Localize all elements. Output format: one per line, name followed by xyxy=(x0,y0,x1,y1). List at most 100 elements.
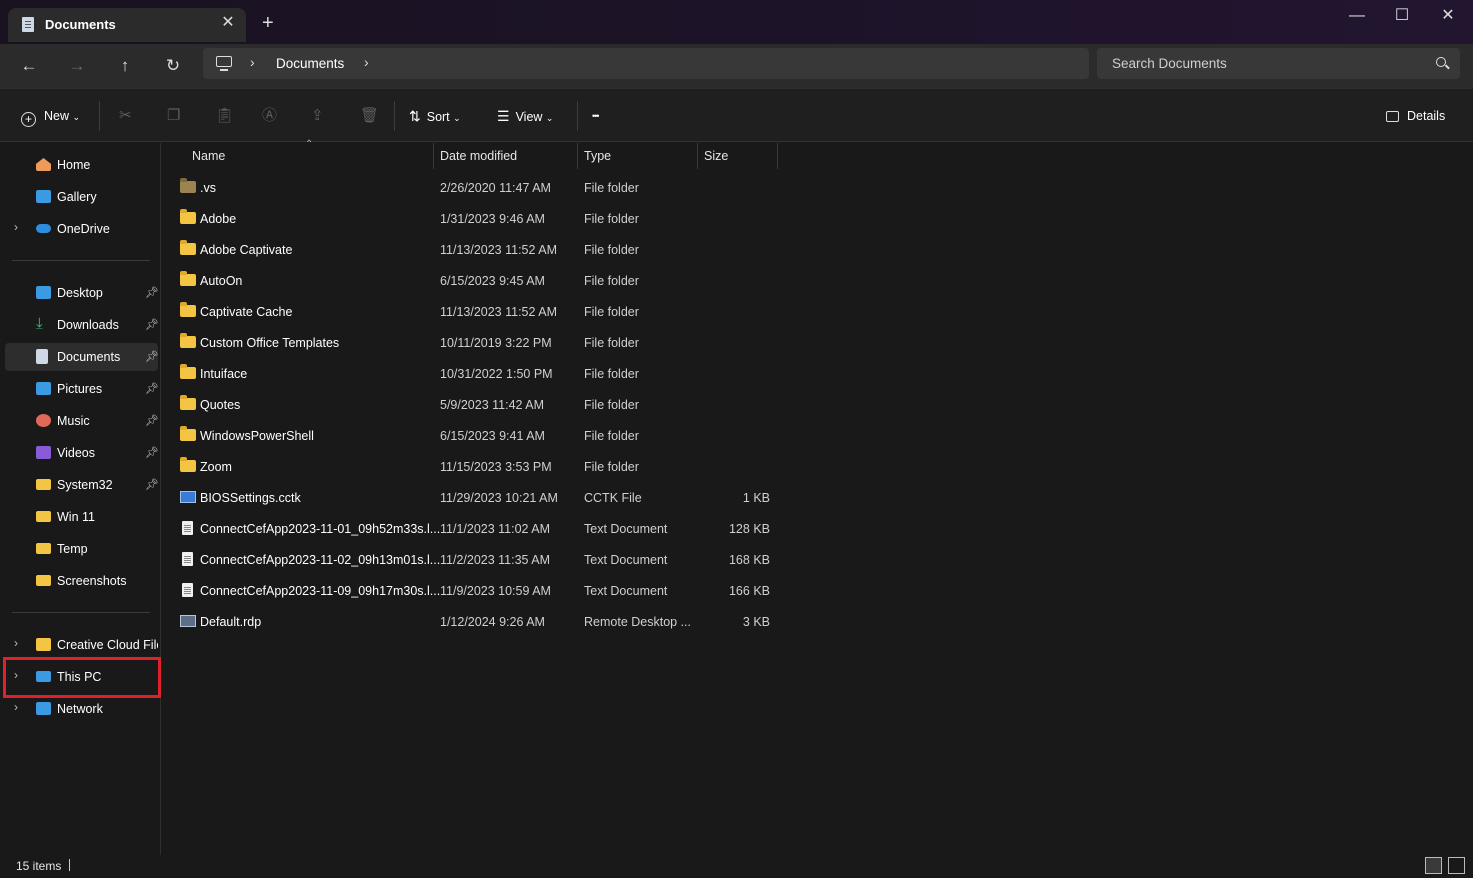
view-icon: ☰ xyxy=(497,108,510,124)
sidebar-item-music[interactable]: Music 📌︎ xyxy=(5,407,159,435)
file-name: ConnectCefApp2023-11-02_09h13m01s.l... xyxy=(200,553,441,567)
rename-icon[interactable]: Ⓐ xyxy=(262,106,277,126)
maximize-button[interactable]: ☐ xyxy=(1387,6,1417,26)
sidebar-item-network[interactable]: › Network xyxy=(5,695,158,723)
table-row[interactable]: Zoom 11/15/2023 3:53 PM File folder xyxy=(161,452,781,483)
text-document-icon xyxy=(182,552,193,566)
breadcrumb-documents[interactable]: Documents xyxy=(276,56,344,71)
minimize-button[interactable]: — xyxy=(1342,6,1372,26)
close-window-button[interactable]: ✕ xyxy=(1433,6,1463,26)
folder-icon xyxy=(180,271,196,286)
refresh-button[interactable]: ↻ xyxy=(159,52,187,80)
file-name: Zoom xyxy=(200,460,232,474)
sidebar-item-system32[interactable]: System32 📌︎ xyxy=(5,471,159,499)
cut-icon[interactable]: ✂ xyxy=(119,106,132,126)
file-name: Custom Office Templates xyxy=(200,336,340,350)
folder-icon xyxy=(180,457,196,472)
downloads-icon: ⤓ xyxy=(36,315,43,332)
column-type[interactable]: Type xyxy=(584,149,611,163)
column-divider[interactable] xyxy=(697,143,698,169)
sidebar-item-onedrive[interactable]: › OneDrive xyxy=(5,215,158,243)
chevron-right-icon[interactable]: › xyxy=(14,636,18,650)
table-row[interactable]: AutoOn 6/15/2023 9:45 AM File folder xyxy=(161,266,781,297)
table-row[interactable]: ConnectCefApp2023-11-01_09h52m33s.l... 11… xyxy=(161,514,781,545)
sidebar-item-creative-cloud-files[interactable]: › Creative Cloud Files xyxy=(5,631,158,659)
pin-icon[interactable]: 📌︎ xyxy=(145,446,159,459)
share-icon[interactable]: ⇪ xyxy=(311,106,324,126)
search-input[interactable]: Search Documents xyxy=(1097,48,1460,79)
file-date: 5/9/2023 11:42 AM xyxy=(440,398,545,412)
sidebar-item-desktop[interactable]: Desktop 📌︎ xyxy=(5,279,159,307)
table-row[interactable]: Default.rdp 1/12/2024 9:26 AM Remote Deskt… xyxy=(161,607,781,638)
column-divider[interactable] xyxy=(433,143,434,169)
navigation-bar: ← → ↑ ↻ › Documents › Search Documents xyxy=(0,44,1473,88)
table-row[interactable]: Custom Office Templates 10/11/2019 3:22 P… xyxy=(161,328,781,359)
column-date-modified[interactable]: Date modified xyxy=(440,149,517,163)
sidebar-item-pictures[interactable]: Pictures 📌︎ xyxy=(5,375,159,403)
back-button[interactable]: ← xyxy=(15,52,43,80)
file-size: 168 KB xyxy=(728,553,770,567)
pin-icon[interactable]: 📌︎ xyxy=(145,478,159,491)
file-type: CCTK File xyxy=(584,491,642,505)
sidebar-item-documents[interactable]: Documents 📌︎ xyxy=(5,343,159,371)
file-type: Remote Desktop ... xyxy=(584,615,691,629)
pin-icon[interactable]: 📌︎ xyxy=(145,414,159,427)
table-row[interactable]: ConnectCefApp2023-11-09_09h17m30s.l... 11… xyxy=(161,576,781,607)
table-row[interactable]: Adobe 1/31/2023 9:46 AM File folder xyxy=(161,204,781,235)
table-row[interactable]: .vs 2/26/2020 11:47 AM File folder xyxy=(161,173,781,204)
file-date: 10/31/2022 1:50 PM xyxy=(440,367,553,381)
sort-button[interactable]: ⇅ Sort ⌄ xyxy=(409,106,461,126)
close-tab-button[interactable]: ✕ xyxy=(218,13,238,33)
details-button[interactable]: Details xyxy=(1386,106,1445,126)
pin-icon[interactable]: 📌︎ xyxy=(145,286,159,299)
more-options-button[interactable]: ••• xyxy=(592,106,600,126)
table-row[interactable]: Captivate Cache 11/13/2023 11:52 AM File f… xyxy=(161,297,781,328)
new-tab-button[interactable]: + xyxy=(262,13,274,33)
sidebar-item-label: Videos xyxy=(57,446,95,460)
sidebar-item-gallery[interactable]: Gallery xyxy=(5,183,158,211)
sidebar-item-downloads[interactable]: ⤓ Downloads 📌︎ xyxy=(5,311,159,339)
table-row[interactable]: Adobe Captivate 11/13/2023 11:52 AM File f… xyxy=(161,235,781,266)
pin-icon[interactable]: 📌︎ xyxy=(145,350,159,363)
copy-icon[interactable]: ❐ xyxy=(167,106,180,126)
table-row[interactable]: Quotes 5/9/2023 11:42 AM File folder xyxy=(161,390,781,421)
desktop-icon xyxy=(36,286,51,299)
sidebar-item-videos[interactable]: Videos 📌︎ xyxy=(5,439,159,467)
file-size: 128 KB xyxy=(728,522,770,536)
sidebar-item-temp[interactable]: Temp xyxy=(5,535,158,563)
paste-icon[interactable]: 📋︎ xyxy=(215,106,234,126)
chevron-right-icon[interactable]: › xyxy=(250,54,255,70)
chevron-right-icon[interactable]: › xyxy=(14,700,18,714)
sidebar-item-label: Pictures xyxy=(57,382,103,396)
chevron-right-icon[interactable]: › xyxy=(364,54,369,70)
sidebar-item-home[interactable]: Home xyxy=(5,151,158,179)
tab-documents[interactable]: Documents ✕ xyxy=(8,8,246,42)
column-divider[interactable] xyxy=(777,143,778,169)
column-size[interactable]: Size xyxy=(704,149,728,163)
address-bar[interactable]: › Documents › xyxy=(203,48,1089,79)
forward-button[interactable]: → xyxy=(63,52,91,80)
sidebar-item-screenshots[interactable]: Screenshots xyxy=(5,567,158,595)
folder-icon xyxy=(180,178,196,193)
details-view-icon[interactable] xyxy=(1425,857,1442,874)
view-button[interactable]: ☰ View ⌄ xyxy=(497,106,553,126)
large-icons-view-icon[interactable] xyxy=(1448,857,1465,874)
table-row[interactable]: Intuiface 10/31/2022 1:50 PM File folder xyxy=(161,359,781,390)
table-row[interactable]: ConnectCefApp2023-11-02_09h13m01s.l... 11… xyxy=(161,545,781,576)
delete-icon[interactable]: 🗑︎ xyxy=(360,106,379,126)
column-divider[interactable] xyxy=(577,143,578,169)
file-size: 166 KB xyxy=(728,584,770,598)
new-button[interactable]: + New ⌄ xyxy=(21,106,80,127)
pin-icon[interactable]: 📌︎ xyxy=(145,318,159,331)
file-name: ConnectCefApp2023-11-09_09h17m30s.l... xyxy=(200,584,441,598)
sort-label: Sort xyxy=(426,110,450,124)
up-button[interactable]: ↑ xyxy=(111,52,139,80)
table-row[interactable]: BIOSSettings.cctk 11/29/2023 10:21 AM CCTK… xyxy=(161,483,781,514)
sidebar-item-label: Home xyxy=(57,158,91,172)
sidebar-item-win11[interactable]: Win 11 xyxy=(5,503,158,531)
chevron-right-icon[interactable]: › xyxy=(14,220,18,234)
highlight-box xyxy=(3,657,161,698)
pin-icon[interactable]: 📌︎ xyxy=(145,382,159,395)
column-name[interactable]: Name xyxy=(192,149,225,163)
table-row[interactable]: WindowsPowerShell 6/15/2023 9:41 AM File f… xyxy=(161,421,781,452)
